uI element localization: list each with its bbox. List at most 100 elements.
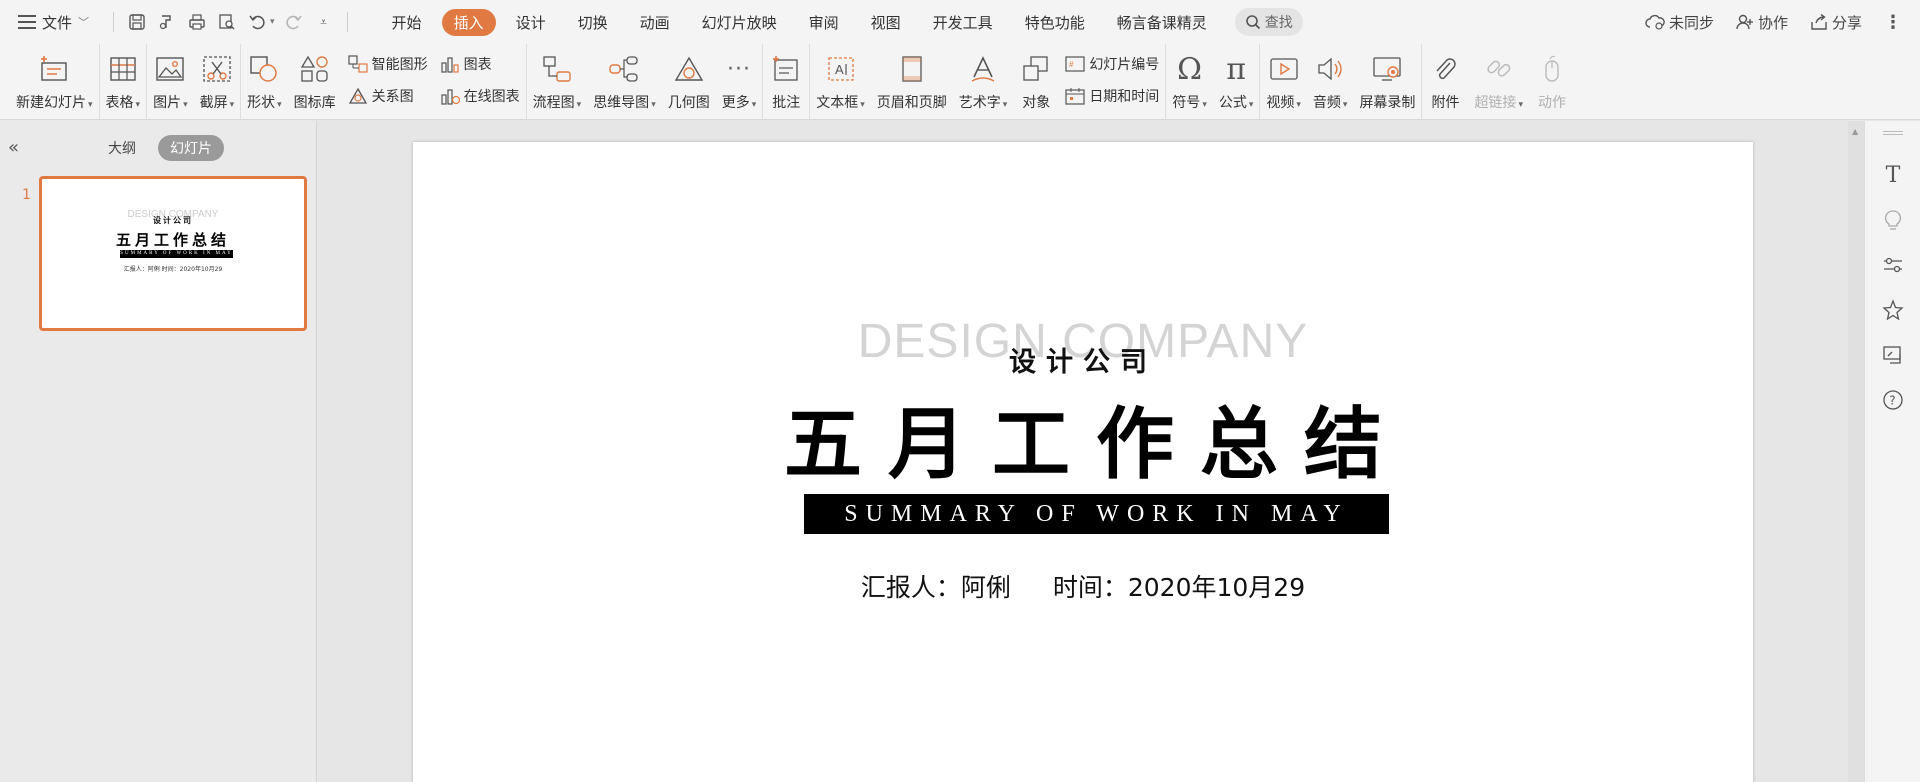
star-icon[interactable] (1881, 298, 1905, 322)
action-label: 动作 (1537, 95, 1566, 111)
smart-art-icon (348, 55, 368, 73)
reporter-text: 汇报人：阿俐 (860, 573, 1011, 602)
screen-record-button[interactable]: 屏幕录制 (1353, 48, 1421, 112)
more-label: 更多 (722, 92, 757, 112)
table-label: 表格 (106, 92, 141, 112)
svg-text:#: # (1069, 60, 1074, 69)
tab-insert[interactable]: 插入 (441, 8, 496, 36)
company-name[interactable]: 设计公司 (413, 340, 1753, 379)
panel-grip[interactable] (1883, 131, 1903, 135)
table-button[interactable]: 表格 (100, 48, 147, 112)
slide-title[interactable]: 五月工作总结 (413, 382, 1753, 494)
attachment-label: 附件 (1431, 95, 1460, 111)
ribbon-group-comment: 批注 (763, 44, 811, 120)
smart-art-label: 智能图形 (371, 57, 428, 73)
wordart-icon (966, 52, 1000, 86)
subtitle-banner[interactable]: SUMMARY OF WORK IN MAY (804, 494, 1389, 534)
sliders-icon[interactable] (1881, 253, 1905, 277)
undo-dropdown-icon[interactable]: ▾ (270, 17, 275, 27)
textbox-button[interactable]: A 文本框 (810, 48, 871, 112)
wordart-button[interactable]: 艺术字 (953, 48, 1014, 112)
smartart-stack: 智能图形 关系图 (342, 48, 434, 112)
attachment-button[interactable]: 附件 (1422, 48, 1468, 112)
tab-slideshow[interactable]: 幻灯片放映 (686, 9, 793, 36)
picture-icon (153, 52, 187, 86)
slide-panel: « 大纲 幻灯片 1 DESIGN COMPANY 设计公司 五月工作总结 SU… (0, 121, 317, 782)
screenshot-button[interactable]: 截屏 (194, 48, 241, 112)
tab-developer[interactable]: 开发工具 (917, 9, 1009, 36)
ribbon-group-slides: 新建幻灯片 (10, 44, 100, 120)
share-button[interactable]: 分享 (1810, 12, 1862, 33)
chart-button[interactable]: 图表 (440, 54, 520, 74)
collapse-panel-icon[interactable]: « (8, 137, 19, 158)
tab-animations[interactable]: 动画 (624, 9, 686, 36)
online-chart-button[interactable]: 在线图表 (440, 86, 520, 106)
smart-art-button[interactable]: 智能图形 (348, 54, 428, 74)
ribbon-group-shapes: 形状 图标库 智能图形 关系图 图表 在线图表 (241, 44, 527, 120)
format-painter-icon[interactable] (156, 11, 178, 33)
collaborate-button[interactable]: 协作 (1736, 12, 1788, 33)
ribbon-group-text: A 文本框 页眉和页脚 艺术字 对象 # 幻灯片编号 (810, 44, 1167, 120)
chevron-down-icon: ﹀ (78, 16, 90, 29)
slide-number-button[interactable]: # 幻灯片编号 (1065, 54, 1159, 74)
tab-features[interactable]: 特色功能 (1009, 9, 1101, 36)
icon-library-button[interactable]: 图标库 (288, 48, 342, 112)
tab-view[interactable]: 视图 (855, 9, 917, 36)
tab-design[interactable]: 设计 (500, 9, 562, 36)
formula-button[interactable]: π 公式 (1213, 48, 1260, 112)
symbol-button[interactable]: Ω 符号 (1166, 48, 1213, 112)
undo-icon[interactable] (246, 11, 268, 33)
more-options-button[interactable]: ⋮ (1884, 12, 1902, 33)
scroll-up-icon[interactable]: ▲ (1852, 127, 1858, 136)
mindmap-button[interactable]: 思维导图 (587, 48, 662, 112)
more-button[interactable]: ··· 更多 (716, 48, 763, 112)
online-chart-icon (441, 89, 460, 105)
icon-library-label: 图标库 (293, 95, 336, 111)
lightbulb-icon[interactable] (1881, 208, 1905, 232)
tab-lesson-assistant[interactable]: 畅言备课精灵 (1101, 9, 1223, 36)
new-slide-button[interactable]: 新建幻灯片 (10, 48, 99, 112)
header-footer-button[interactable]: 页眉和页脚 (871, 48, 953, 112)
textbox-label: 文本框 (816, 92, 865, 112)
search-box[interactable]: 查找 (1234, 8, 1303, 36)
svg-text:?: ? (1889, 394, 1895, 408)
object-label: 对象 (1022, 95, 1051, 111)
paperclip-icon (1428, 52, 1462, 86)
relation-chart-button[interactable]: 关系图 (348, 86, 428, 106)
tab-slides[interactable]: 幻灯片 (158, 135, 224, 161)
reporter-info[interactable]: 汇报人：阿俐 时间：2020年10月29 (413, 568, 1753, 604)
save-icon[interactable] (126, 11, 148, 33)
quick-access-toolbar: ▾ ⩡ (109, 11, 352, 33)
tab-outline[interactable]: 大纲 (96, 135, 148, 161)
comment-button[interactable]: 批注 (763, 48, 809, 112)
sync-status-button[interactable]: 未同步 (1645, 12, 1714, 33)
file-menu[interactable]: 文件 ﹀ (18, 12, 89, 33)
ribbon-group-diagrams: 流程图 思维导图 几何图 ··· 更多 (527, 44, 764, 120)
video-button[interactable]: 视频 (1260, 48, 1307, 112)
speaker-icon (1313, 52, 1347, 86)
help-icon[interactable]: ? (1881, 388, 1905, 412)
header-footer-label: 页眉和页脚 (876, 95, 947, 111)
slide-transition-icon[interactable] (1881, 343, 1905, 367)
slide-number-stack: # 幻灯片编号 日期和时间 (1059, 48, 1165, 112)
print-icon[interactable] (186, 11, 208, 33)
geometry-button[interactable]: 几何图 (662, 48, 716, 112)
tab-review[interactable]: 审阅 (793, 9, 855, 36)
tab-transitions[interactable]: 切换 (562, 9, 624, 36)
vertical-scrollbar[interactable]: ▲ (1848, 121, 1864, 782)
customize-toolbar-icon[interactable]: ⩡ (313, 11, 335, 33)
flowchart-button[interactable]: 流程图 (527, 48, 588, 112)
print-preview-icon[interactable] (216, 11, 238, 33)
panel-view-tabs: 大纲 幻灯片 (96, 135, 224, 161)
slide[interactable]: DESIGN COMPANY 设计公司 五月工作总结 SUMMARY OF WO… (413, 142, 1753, 782)
tab-home[interactable]: 开始 (376, 9, 438, 36)
shape-button[interactable]: 形状 (241, 48, 288, 112)
picture-button[interactable]: 图片 (147, 48, 194, 112)
object-button[interactable]: 对象 (1013, 48, 1059, 112)
audio-button[interactable]: 音频 (1307, 48, 1354, 112)
datetime-button[interactable]: 日期和时间 (1065, 86, 1159, 106)
divider (346, 12, 348, 32)
text-format-icon[interactable]: T (1881, 163, 1905, 188)
slide-thumbnail[interactable]: DESIGN COMPANY 设计公司 五月工作总结 SUMMARY OF WO… (39, 176, 307, 331)
video-label: 视频 (1266, 92, 1301, 112)
